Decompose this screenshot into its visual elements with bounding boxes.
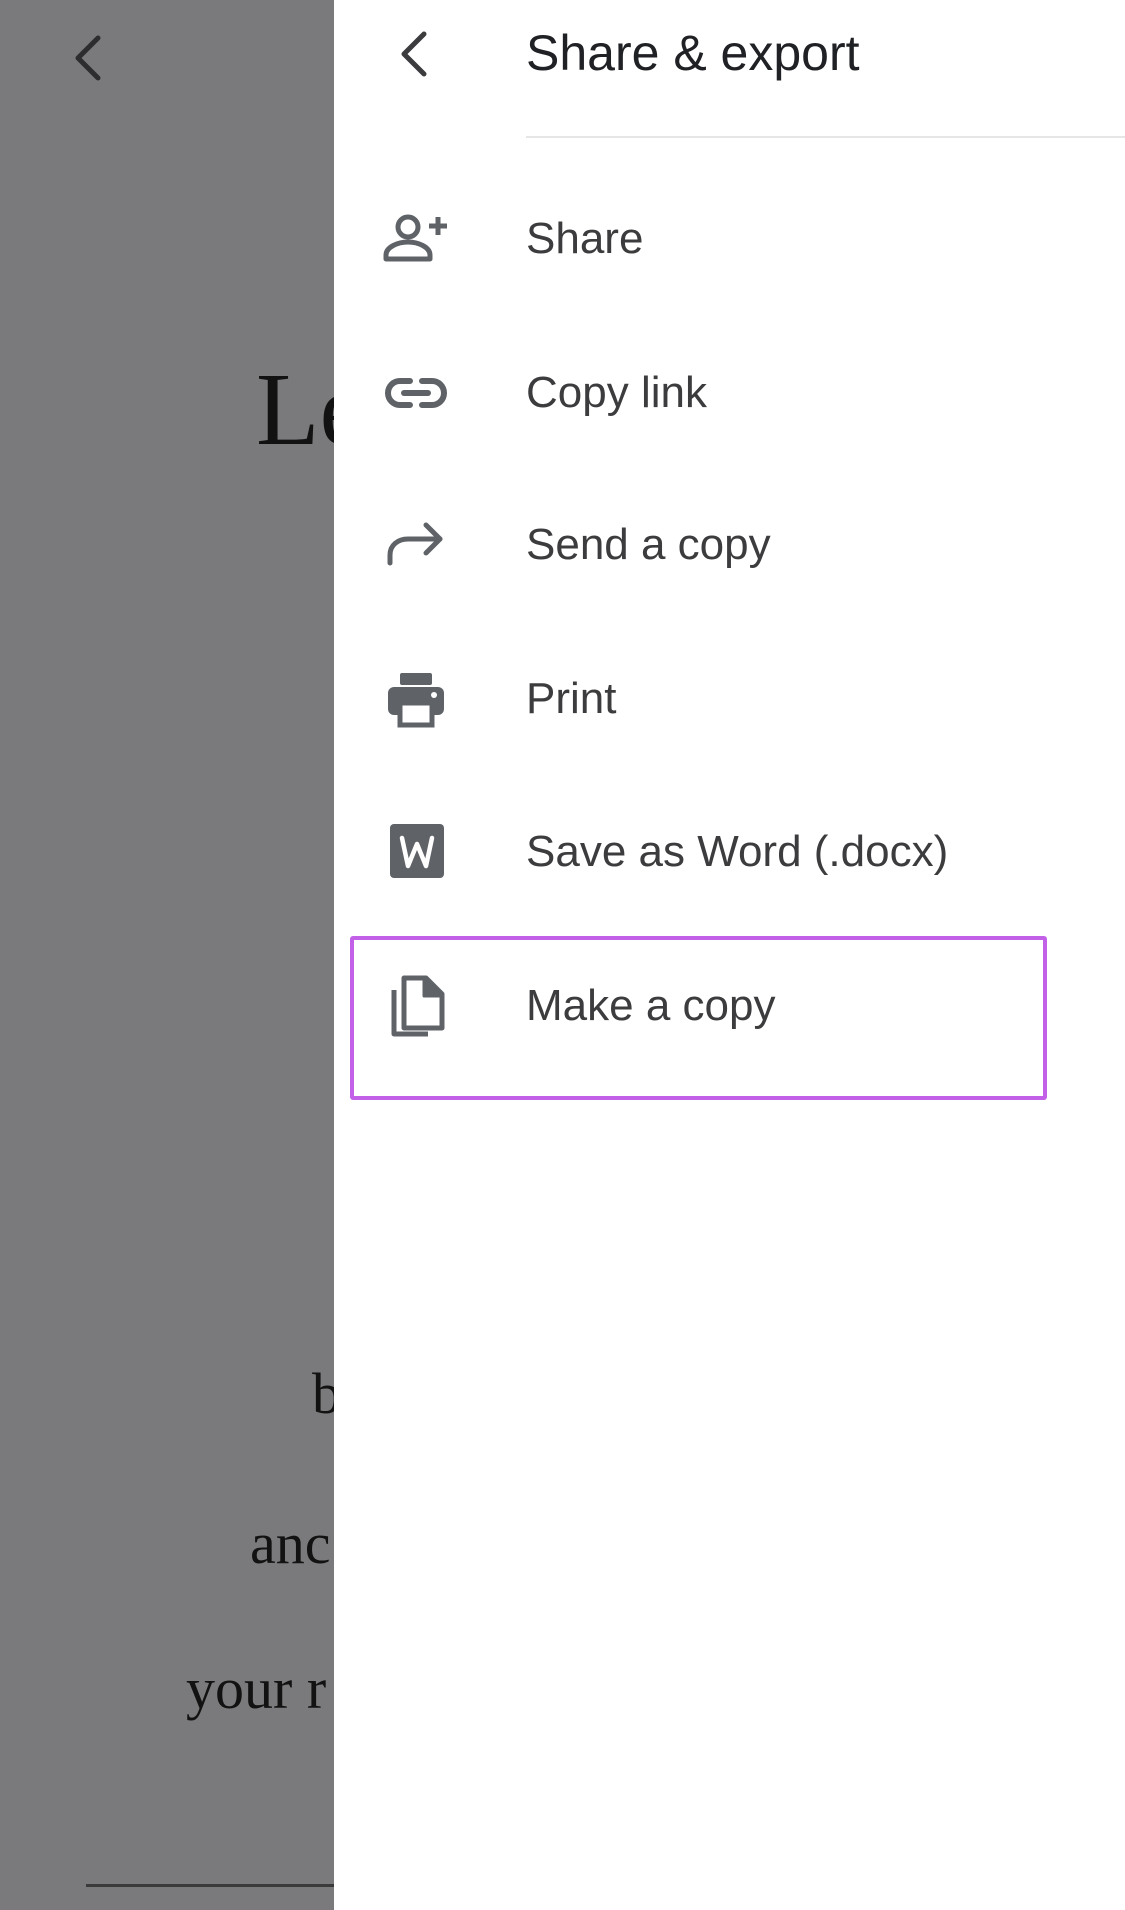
header-divider [526,136,1125,138]
document-line: your r [186,1656,327,1721]
back-button[interactable] [386,24,442,84]
menu-item-print[interactable]: Print [334,624,1125,774]
document-line: anc [250,1511,331,1576]
chevron-left-icon [401,31,427,77]
background-document: Le b anc your r [0,0,334,1910]
menu-item-send-a-copy[interactable]: Send a copy [334,470,1125,620]
menu-item-label: Send a copy [526,520,771,569]
printer-icon [380,663,452,735]
panel-header: Share & export [334,0,1125,138]
menu-item-label: Save as Word (.docx) [526,827,949,876]
document-back-icon [68,30,108,86]
forward-arrow-icon [380,509,452,581]
word-icon [380,816,452,888]
document-divider [86,1884,334,1887]
document-line: b [312,1361,334,1426]
menu-item-share[interactable]: Share [334,164,1125,314]
link-icon [380,357,452,429]
menu-item-label: Share [526,214,644,263]
menu-item-label: Print [526,674,617,723]
highlight-box [350,936,1047,1100]
document-title: Le [256,352,334,467]
menu-item-copy-link[interactable]: Copy link [334,318,1125,468]
panel-title: Share & export [526,25,860,81]
person-add-icon [380,203,452,275]
menu-item-label: Copy link [526,368,707,417]
menu-item-save-as-word[interactable]: Save as Word (.docx) [334,777,1125,927]
